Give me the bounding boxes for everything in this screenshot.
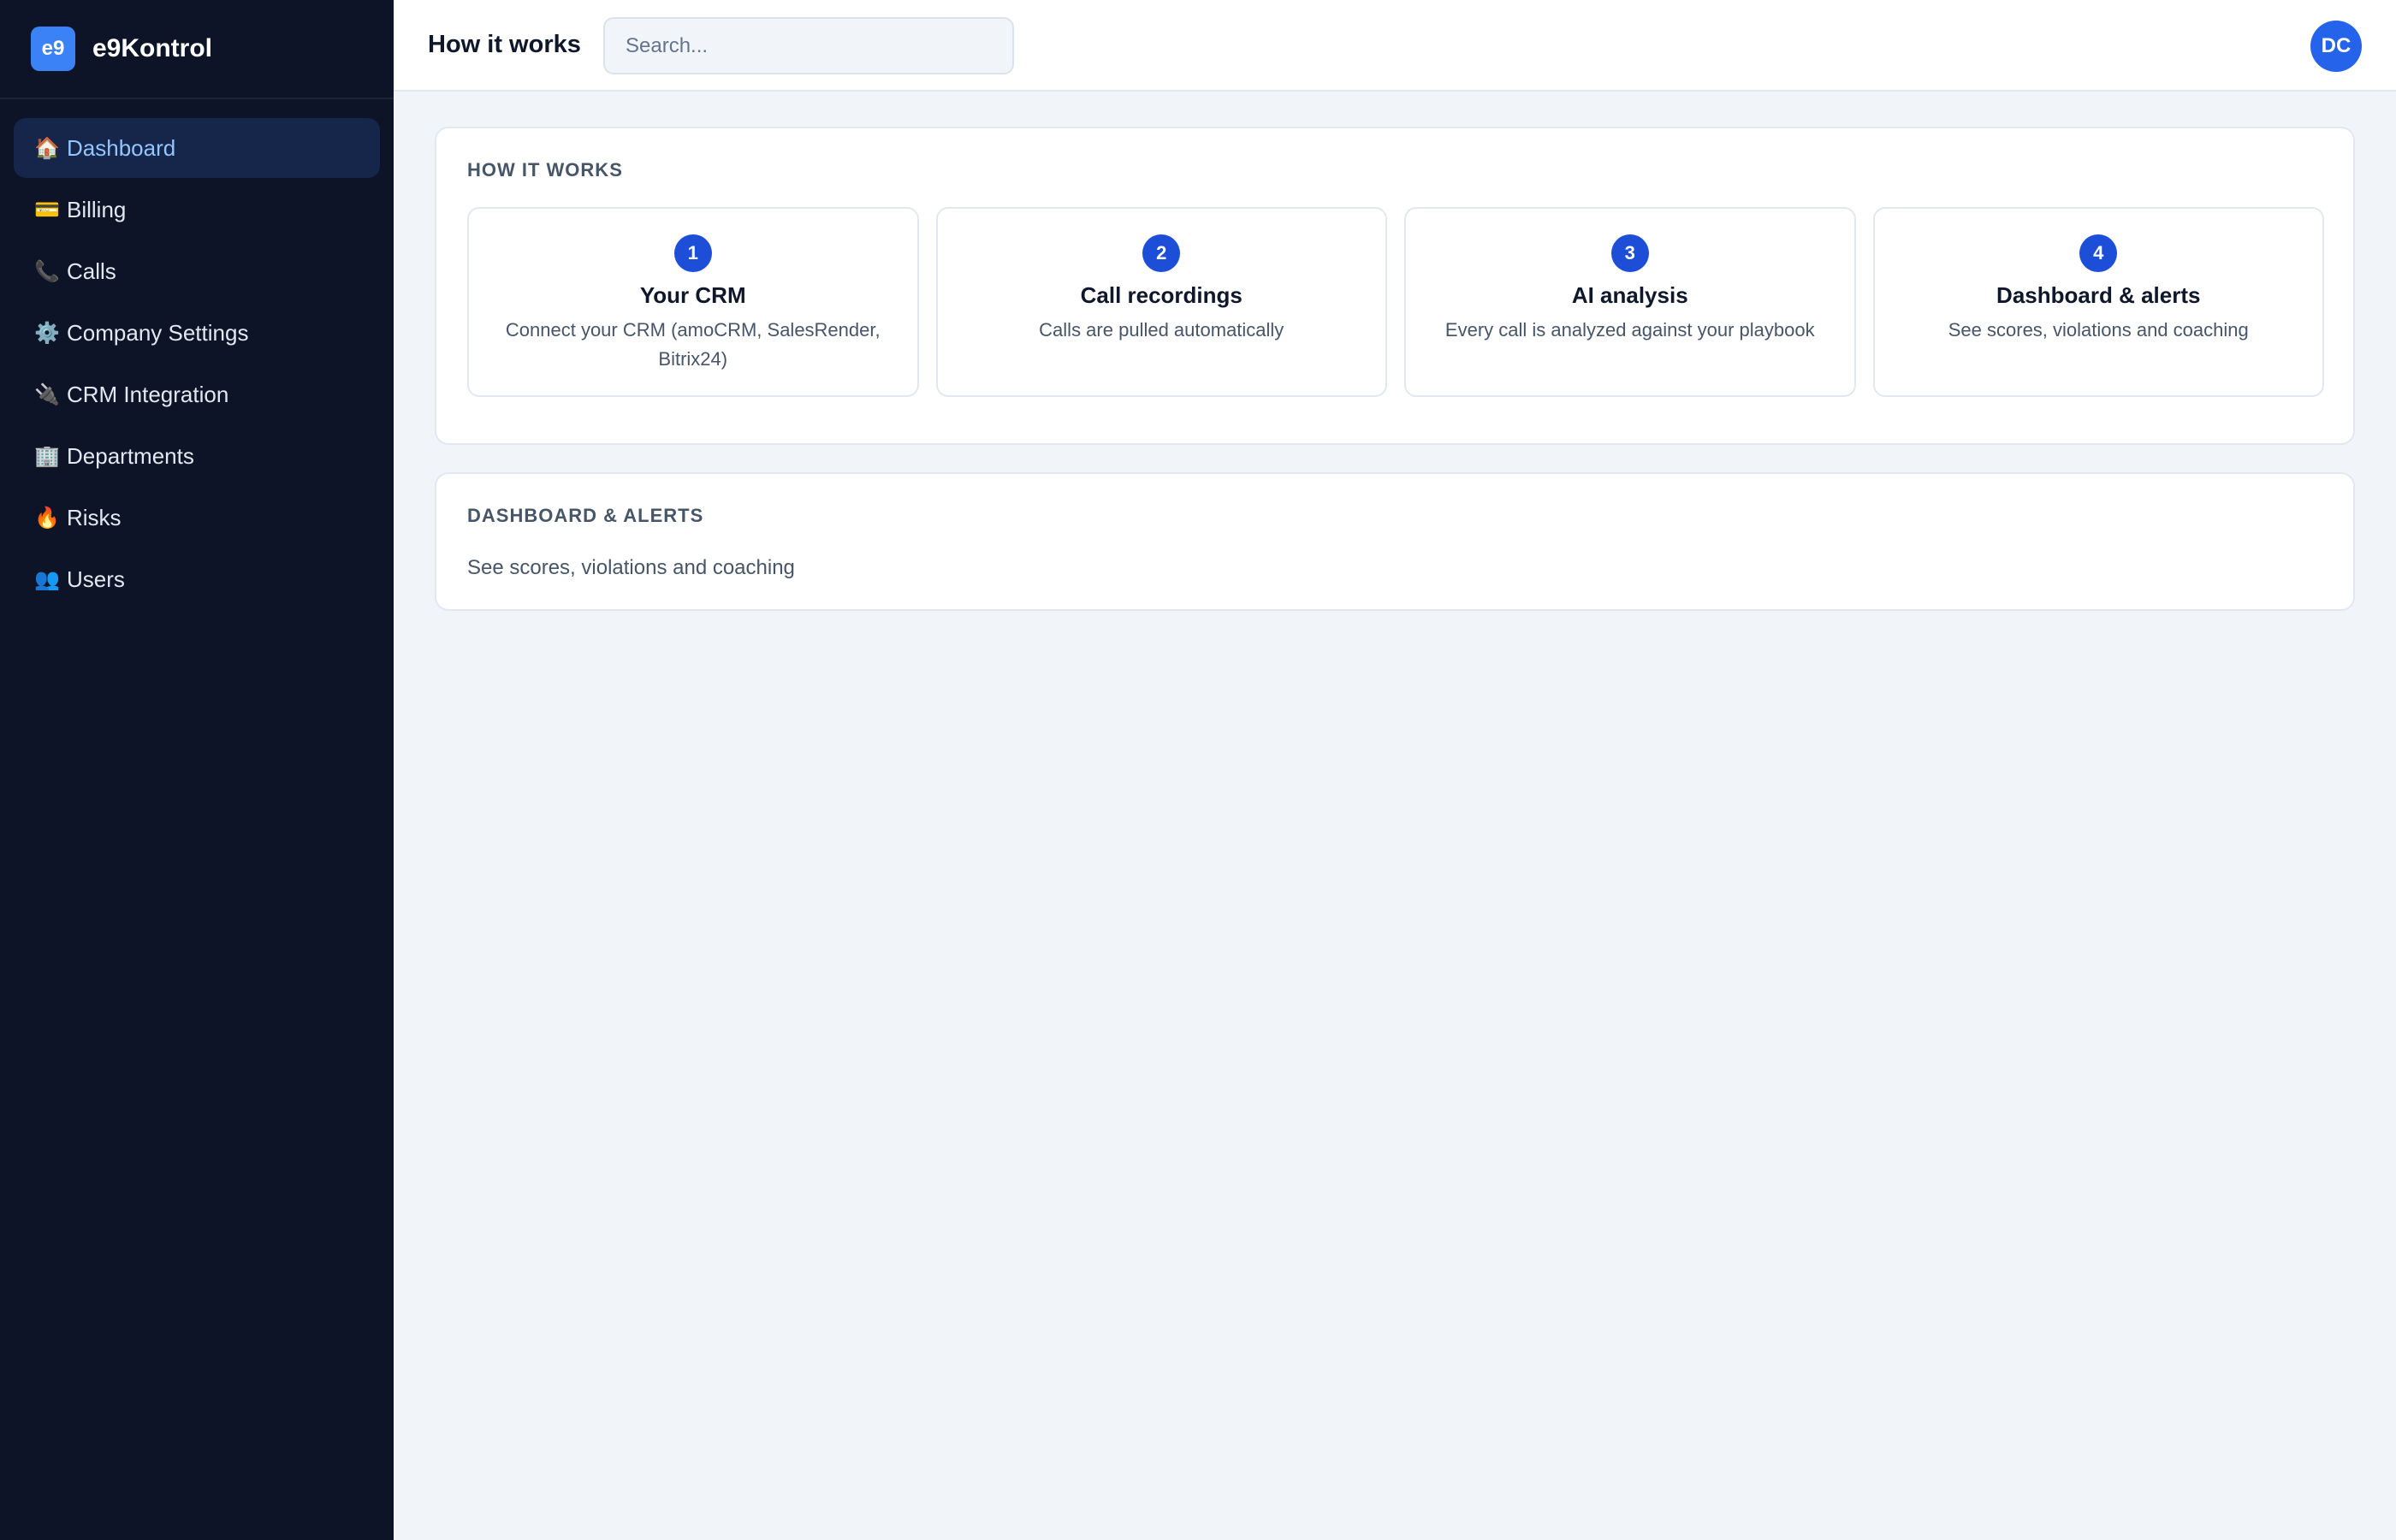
step-card: 1 Your CRM Connect your CRM (amoCRM, Sal… — [467, 207, 919, 397]
step-description: Connect your CRM (amoCRM, SalesRender, B… — [505, 319, 881, 370]
fire-icon: 🔥 — [34, 506, 60, 530]
brand[interactable]: e9 e9Kontrol — [0, 0, 394, 99]
sidebar-item-billing[interactable]: 💳 Billing — [14, 180, 380, 240]
sidebar-item-calls[interactable]: 📞 Calls — [14, 241, 380, 301]
plug-icon: 🔌 — [34, 382, 60, 406]
step-card: 3 AI analysis Every call is analyzed aga… — [1404, 207, 1856, 397]
step-description: Every call is analyzed against your play… — [1444, 319, 1815, 341]
sidebar-item-label: Billing — [67, 196, 127, 222]
step-number-badge: 4 — [2079, 234, 2118, 272]
sidebar-item-label: CRM Integration — [67, 381, 229, 407]
sidebar-nav: 🏠 Dashboard 💳 Billing 📞 Calls ⚙️ Company… — [0, 99, 394, 609]
sidebar: e9 e9Kontrol 🏠 Dashboard 💳 Billing 📞 Cal… — [0, 0, 394, 1540]
users-icon: 👥 — [34, 567, 60, 591]
step-card: 2 Call recordings Calls are pulled autom… — [935, 207, 1387, 397]
step-description: See scores, violations and coaching — [1948, 319, 2249, 341]
avatar[interactable]: DC — [2310, 21, 2362, 72]
dashboard-alerts-heading: DASHBOARD & ALERTS — [467, 505, 704, 526]
step-title: Your CRM — [639, 282, 746, 308]
page-title: How it works — [428, 31, 581, 58]
sidebar-item-label: Users — [67, 566, 125, 592]
step-number-badge: 2 — [1142, 234, 1181, 272]
sidebar-item-company-settings[interactable]: ⚙️ Company Settings — [14, 303, 380, 363]
sidebar-item-label: Calls — [67, 258, 116, 284]
step-description: Calls are pulled automatically — [1039, 319, 1284, 341]
home-icon: 🏠 — [34, 136, 60, 160]
step-title: AI analysis — [1571, 282, 1688, 308]
sidebar-item-label: Dashboard — [67, 134, 176, 161]
sidebar-item-departments[interactable]: 🏢 Departments — [14, 426, 380, 486]
building-icon: 🏢 — [34, 444, 60, 468]
how-it-works-card: HOW IT WORKS 1 Your CRM Connect your CRM… — [435, 127, 2355, 445]
phone-icon: 📞 — [34, 259, 60, 283]
gear-icon: ⚙️ — [34, 321, 60, 345]
brand-name: e9Kontrol — [92, 34, 213, 62]
credit-card-icon: 💳 — [34, 198, 60, 222]
brand-logo: e9 — [31, 27, 75, 71]
dashboard-alerts-text: See scores, violations and coaching — [467, 556, 795, 579]
step-card: 4 Dashboard & alerts See scores, violati… — [1872, 207, 2324, 397]
sidebar-item-crm-integration[interactable]: 🔌 CRM Integration — [14, 364, 380, 424]
sidebar-item-risks[interactable]: 🔥 Risks — [14, 488, 380, 548]
how-it-works-heading: HOW IT WORKS — [467, 159, 623, 181]
step-title: Dashboard & alerts — [1996, 282, 2201, 308]
step-number-badge: 1 — [673, 234, 712, 272]
sidebar-item-label: Company Settings — [67, 319, 249, 346]
sidebar-item-dashboard[interactable]: 🏠 Dashboard — [14, 118, 380, 178]
steps-row: 1 Your CRM Connect your CRM (amoCRM, Sal… — [467, 207, 2324, 397]
step-number-badge: 3 — [1610, 234, 1649, 272]
search-input[interactable] — [603, 17, 1014, 74]
dashboard-alerts-card: DASHBOARD & ALERTS See scores, violation… — [435, 472, 2355, 611]
top-header: How it works DC — [394, 0, 2396, 92]
sidebar-item-label: Risks — [67, 504, 122, 530]
step-title: Call recordings — [1080, 282, 1242, 308]
sidebar-item-label: Departments — [67, 442, 194, 469]
sidebar-item-users[interactable]: 👥 Users — [14, 549, 380, 609]
